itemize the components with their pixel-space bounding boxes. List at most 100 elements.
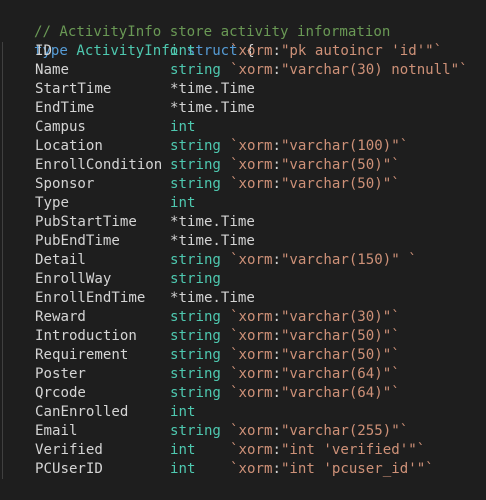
struct-tag: `xorm:"varchar(255)"` bbox=[230, 422, 408, 441]
struct-field-line: Reward string `xorm:"varchar(30)"` bbox=[0, 308, 486, 327]
struct-tag-value: "varchar(30)"` bbox=[280, 309, 400, 325]
indent-guide bbox=[2, 422, 35, 441]
struct-tag-key: `xorm bbox=[230, 176, 273, 192]
struct-tag-key: `xorm bbox=[230, 43, 273, 59]
struct-field-line: Detail string `xorm:"varchar(150)" ` bbox=[0, 251, 486, 270]
struct-tag: `xorm:"varchar(50)"` bbox=[230, 346, 400, 365]
struct-field-line: PubStartTime *time.Time bbox=[0, 213, 486, 232]
indent-guide bbox=[2, 175, 35, 194]
field-type: *time.Time bbox=[170, 290, 255, 306]
field-type: int bbox=[170, 404, 196, 420]
struct-tag-value: "int 'verified'"` bbox=[280, 442, 426, 458]
field-type: string bbox=[170, 62, 221, 78]
struct-tag-colon: : bbox=[272, 347, 281, 363]
field-name: Sponsor bbox=[35, 176, 95, 192]
struct-tag: `xorm:"varchar(50)"` bbox=[230, 327, 400, 346]
struct-tag-value: "varchar(64)"` bbox=[280, 385, 400, 401]
field-type: *time.Time bbox=[170, 214, 255, 230]
code-line-comment: // ActivityInfo store activity informati… bbox=[0, 4, 486, 40]
field-name: Reward bbox=[35, 309, 86, 325]
struct-tag-colon: : bbox=[272, 461, 281, 477]
struct-field-line: ID int `xorm:"pk autoincr 'id'"` bbox=[0, 42, 486, 61]
indent-guide bbox=[2, 365, 35, 384]
indent-guide bbox=[2, 156, 35, 175]
struct-tag-value: "varchar(255)"` bbox=[280, 423, 409, 439]
indent-guide bbox=[2, 42, 35, 61]
struct-tag-key: `xorm bbox=[230, 62, 273, 78]
struct-field-line: EnrollCondition string `xorm:"varchar(50)"… bbox=[0, 156, 486, 175]
field-name: Name bbox=[35, 62, 69, 78]
field-name: Location bbox=[35, 138, 103, 154]
field-name: EnrollWay bbox=[35, 271, 112, 287]
field-name: Detail bbox=[35, 252, 86, 268]
field-type: string bbox=[170, 309, 221, 325]
struct-tag-colon: : bbox=[272, 62, 281, 78]
field-type: string bbox=[170, 366, 221, 382]
field-type: int bbox=[170, 461, 196, 477]
field-type: string bbox=[170, 385, 221, 401]
struct-tag-key: `xorm bbox=[230, 442, 273, 458]
field-name: ID bbox=[35, 43, 52, 59]
indent-guide bbox=[2, 99, 35, 118]
struct-tag-value: "varchar(64)"` bbox=[280, 366, 400, 382]
indent-guide bbox=[2, 384, 35, 403]
struct-tag-value: "varchar(50)"` bbox=[280, 157, 400, 173]
struct-field-line: Email string `xorm:"varchar(255)"` bbox=[0, 422, 486, 441]
field-name: Campus bbox=[35, 119, 86, 135]
struct-tag-value: "int 'pcuser_id'"` bbox=[280, 461, 434, 477]
struct-tag-key: `xorm bbox=[230, 423, 273, 439]
indent-guide bbox=[2, 327, 35, 346]
struct-tag-colon: : bbox=[272, 442, 281, 458]
struct-tag: `xorm:"varchar(30) notnull"` bbox=[230, 61, 468, 80]
struct-field-line: PCUserID int `xorm:"int 'pcuser_id'"` bbox=[0, 460, 486, 479]
struct-field-line: Poster string `xorm:"varchar(64)"` bbox=[0, 365, 486, 384]
struct-field-line: Campus int bbox=[0, 118, 486, 137]
field-name: CanEnrolled bbox=[35, 404, 129, 420]
indent-guide bbox=[2, 441, 35, 460]
indent-guide bbox=[2, 137, 35, 156]
field-name: Verified bbox=[35, 442, 103, 458]
indent-guide bbox=[2, 308, 35, 327]
struct-field-line: PubEndTime *time.Time bbox=[0, 232, 486, 251]
struct-field-line: Verified int `xorm:"int 'verified'"` bbox=[0, 441, 486, 460]
indent-guide bbox=[2, 213, 35, 232]
struct-tag-colon: : bbox=[272, 366, 281, 382]
struct-tag: `xorm:"varchar(30)"` bbox=[230, 308, 400, 327]
code-editor[interactable]: // ActivityInfo store activity informati… bbox=[0, 0, 486, 500]
field-type: string bbox=[170, 328, 221, 344]
field-name: EnrollEndTime bbox=[35, 290, 146, 306]
field-name: Qrcode bbox=[35, 385, 86, 401]
struct-tag-colon: : bbox=[272, 157, 281, 173]
struct-tag-key: `xorm bbox=[230, 461, 273, 477]
struct-field-line: Requirement string `xorm:"varchar(50)"` bbox=[0, 346, 486, 365]
struct-tag: `xorm:"varchar(50)"` bbox=[230, 175, 400, 194]
field-type: int bbox=[170, 43, 196, 59]
struct-fields: ID int `xorm:"pk autoincr 'id'"` Name string… bbox=[0, 42, 486, 479]
struct-tag-colon: : bbox=[272, 328, 281, 344]
indent-guide bbox=[2, 194, 35, 213]
struct-tag-key: `xorm bbox=[230, 309, 273, 325]
field-name: Type bbox=[35, 195, 69, 211]
struct-tag-colon: : bbox=[272, 43, 281, 59]
struct-field-line: Name string `xorm:"varchar(30) notnull"` bbox=[0, 61, 486, 80]
code-line-close: } bbox=[0, 479, 486, 500]
indent-guide bbox=[2, 346, 35, 365]
struct-tag: `xorm:"int 'verified'"` bbox=[230, 441, 425, 460]
field-type: string bbox=[170, 252, 221, 268]
field-type: int bbox=[170, 195, 196, 211]
struct-tag: `xorm:"varchar(50)"` bbox=[230, 156, 400, 175]
code-line-struct-header: type ActivityInfo struct { bbox=[0, 23, 486, 59]
struct-field-line: StartTime *time.Time bbox=[0, 80, 486, 99]
struct-tag: `xorm:"varchar(64)"` bbox=[230, 384, 400, 403]
struct-tag-value: "pk autoincr 'id'"` bbox=[280, 43, 443, 59]
field-name: StartTime bbox=[35, 81, 112, 97]
field-name: Introduction bbox=[35, 328, 137, 344]
field-name: EndTime bbox=[35, 100, 95, 116]
struct-tag: `xorm:"pk autoincr 'id'"` bbox=[230, 42, 442, 61]
struct-tag: `xorm:"varchar(150)" ` bbox=[230, 251, 417, 270]
field-type: string bbox=[170, 423, 221, 439]
indent-guide bbox=[2, 232, 35, 251]
struct-tag-colon: : bbox=[272, 423, 281, 439]
struct-tag-colon: : bbox=[272, 176, 281, 192]
indent-guide bbox=[2, 270, 35, 289]
